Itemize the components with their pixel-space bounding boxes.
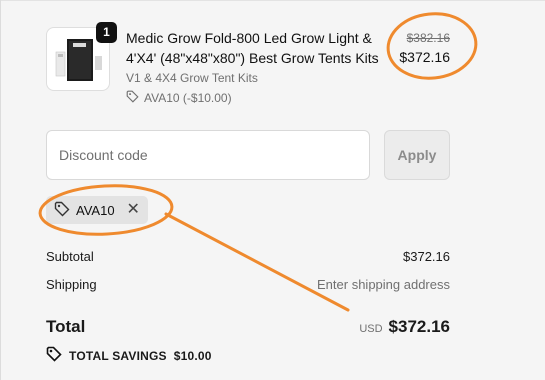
line-item-price: $372.16 xyxy=(399,49,450,65)
total-row: Total USD $372.16 xyxy=(46,317,450,337)
product-title: Medic Grow Fold-800 Led Grow Light & 4'X… xyxy=(126,30,379,66)
left-border xyxy=(0,0,1,380)
total-savings: TOTAL SAVINGS $10.00 xyxy=(46,346,212,365)
applied-discount-chip: AVA10 ✕ xyxy=(46,196,148,224)
currency-code: USD xyxy=(359,323,383,335)
shipping-label: Shipping xyxy=(46,277,97,292)
shipping-value: Enter shipping address xyxy=(317,277,450,292)
discount-code-input[interactable] xyxy=(46,130,370,180)
total-savings-label: TOTAL SAVINGS xyxy=(69,348,167,363)
price-highlight-circle xyxy=(386,12,478,80)
tag-icon xyxy=(46,346,62,365)
subtotal-value: $372.16 xyxy=(403,249,450,264)
compare-at-price: $382.16 xyxy=(406,31,450,45)
close-icon[interactable]: ✕ xyxy=(127,202,140,218)
subtotal-label: Subtotal xyxy=(46,249,94,264)
subtotal-row: Subtotal $372.16 xyxy=(46,249,450,264)
product-variant: V1 & 4X4 Grow Tent Kits xyxy=(126,71,258,85)
shipping-row: Shipping Enter shipping address xyxy=(46,277,450,292)
total-savings-value: $10.00 xyxy=(173,348,212,363)
total-label: Total xyxy=(46,317,86,336)
applied-discount-code: AVA10 xyxy=(76,202,115,218)
total-amount: $372.16 xyxy=(388,317,450,336)
quantity-badge: 1 xyxy=(96,22,117,43)
tag-icon xyxy=(54,201,70,220)
top-border xyxy=(0,0,545,1)
line-item-discount-label: AVA10 (-$10.00) xyxy=(144,91,232,105)
tag-icon xyxy=(126,90,139,106)
line-item-discount: AVA10 (-$10.00) xyxy=(126,90,232,106)
apply-discount-button[interactable]: Apply xyxy=(384,130,450,180)
